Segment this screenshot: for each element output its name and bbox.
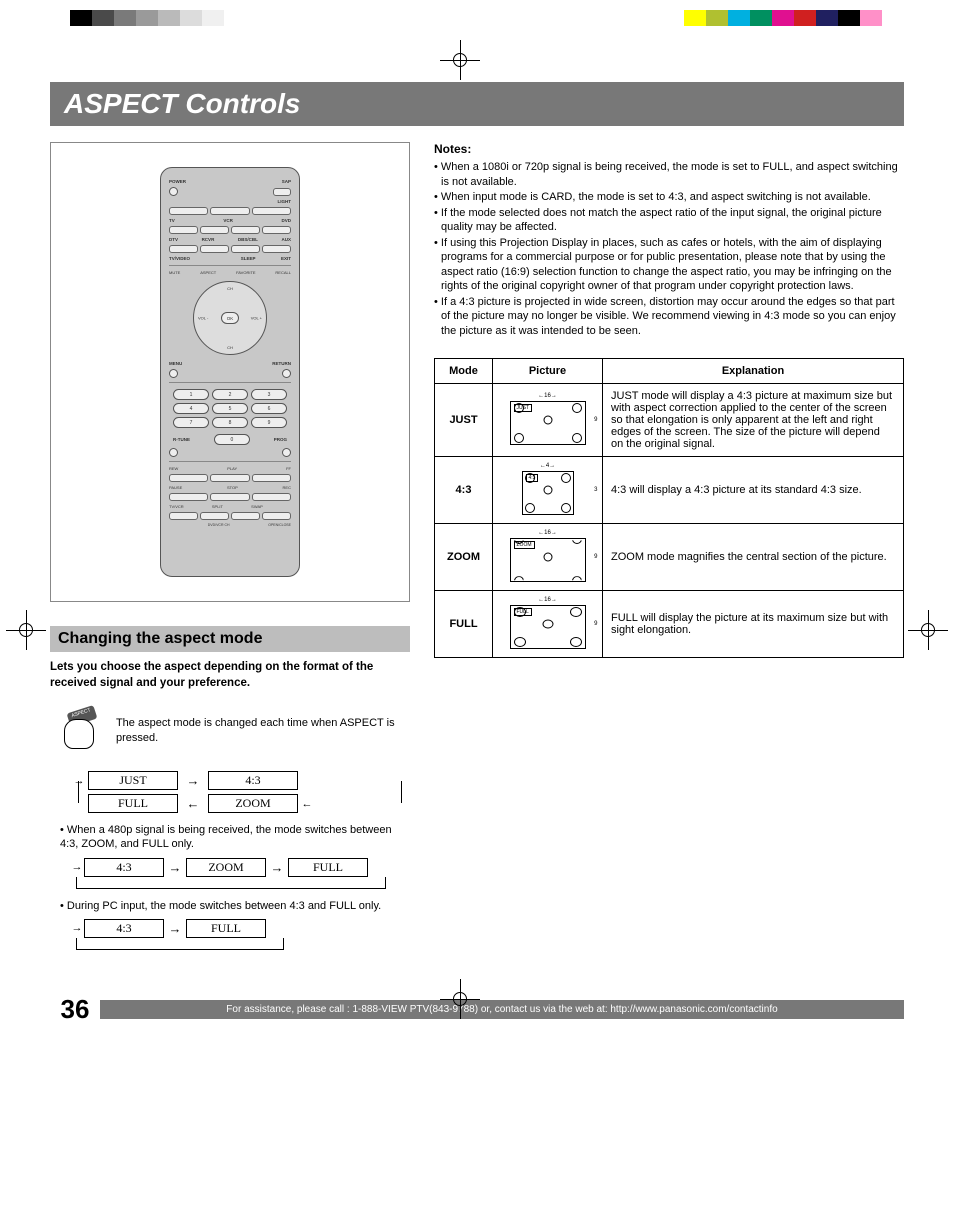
aspect-press-instruction: ASPECT The aspect mode is changed each t…	[60, 709, 410, 753]
picture-zoom-icon: ←16→ ZOOM 9	[508, 530, 588, 584]
picture-full-icon: ←16→ FULL 9	[508, 597, 588, 651]
note-item: When a 1080i or 720p signal is being rec…	[434, 160, 904, 189]
flow-diagram-pc: → 4:3 → FULL	[70, 919, 410, 950]
aspect-mode-table: Mode Picture Explanation JUST ←16→ JUST	[434, 358, 904, 658]
flow-diagram-main: → JUST → 4:3 FULL ← ZOOM ←	[70, 771, 410, 813]
explanation-cell: 4:3 will display a 4:3 picture at its st…	[603, 457, 904, 524]
table-row: FULL ←16→ FULL 9 FULL will display the p	[435, 591, 904, 658]
picture-43-icon: ←4→ 4:3 3	[508, 463, 588, 517]
registration-mark-bottom	[440, 979, 480, 1019]
registration-mark-right	[908, 610, 948, 650]
registration-mark-left	[6, 610, 46, 650]
flow-diagram-480p: → 4:3 → ZOOM → FULL	[70, 858, 410, 889]
notes-heading: Notes:	[434, 142, 904, 156]
table-row: 4:3 ←4→ 4:3 3 4:3 will display a 4:3 pic	[435, 457, 904, 524]
intro-text: Lets you choose the aspect depending on …	[50, 660, 410, 691]
registration-mark-top	[440, 40, 480, 80]
th-explanation: Explanation	[603, 359, 904, 384]
hand-press-icon: ASPECT	[60, 709, 100, 753]
note-item: If a 4:3 picture is projected in wide sc…	[434, 295, 904, 339]
page-title: ASPECT Controls	[50, 82, 904, 126]
press-text: The aspect mode is changed each time whe…	[116, 716, 410, 746]
note-item: If the mode selected does not match the …	[434, 206, 904, 235]
note-480p: • When a 480p signal is being received, …	[60, 823, 410, 852]
page-number: 36	[50, 994, 100, 1025]
note-item: If using this Projection Display in plac…	[434, 236, 904, 294]
explanation-cell: FULL will display the picture at its max…	[603, 591, 904, 658]
explanation-cell: JUST mode will display a 4:3 picture at …	[603, 384, 904, 457]
notes-list: When a 1080i or 720p signal is being rec…	[434, 160, 904, 338]
th-mode: Mode	[435, 359, 493, 384]
picture-just-icon: ←16→ JUST 9	[508, 393, 588, 447]
th-picture: Picture	[493, 359, 603, 384]
footer-assistance-bar: For assistance, please call : 1-888-VIEW…	[100, 1000, 904, 1019]
note-item: When input mode is CARD, the mode is set…	[434, 190, 904, 205]
table-row: JUST ←16→ JUST 9 JUST mode will display	[435, 384, 904, 457]
explanation-cell: ZOOM mode magnifies the central section …	[603, 524, 904, 591]
section-heading: Changing the aspect mode	[50, 626, 410, 652]
remote-illustration: POWERSAP LIGHT TVVCRDVD DTVRCVRDBS/CBLAU…	[50, 142, 410, 602]
table-row: ZOOM ←16→ ZOOM 9 ZOOM mode magnifies the	[435, 524, 904, 591]
print-color-bar	[0, 10, 954, 26]
note-pc: • During PC input, the mode switches bet…	[60, 899, 410, 913]
